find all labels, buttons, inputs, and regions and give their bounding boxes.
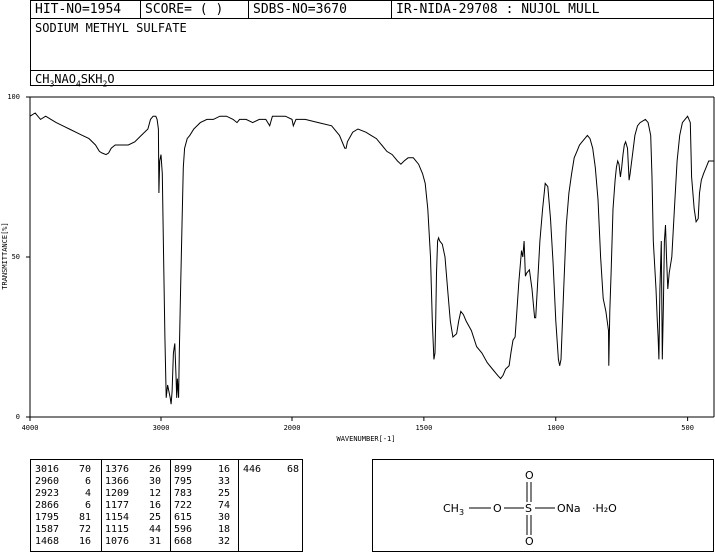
- peak-wavenumber: 1154: [105, 512, 130, 523]
- peak-wavenumber: 1795: [35, 512, 60, 523]
- peak-wavenumber: 1209: [105, 488, 130, 499]
- peak-transmittance: 44: [148, 524, 161, 535]
- peak-wavenumber: 1076: [105, 536, 130, 547]
- x-tick-label: 1000: [547, 424, 564, 432]
- peak-transmittance: 16: [78, 536, 91, 547]
- structure-bonds: [469, 482, 555, 535]
- peak-wavenumber: 596: [174, 524, 193, 535]
- peak-wavenumber: 1177: [105, 500, 130, 511]
- x-tick-label: 2000: [284, 424, 301, 432]
- peak-transmittance: 25: [148, 512, 161, 523]
- y-tick-label: 50: [12, 253, 20, 261]
- peak-transmittance: 30: [148, 476, 161, 487]
- ch-label: CH: [443, 502, 459, 515]
- x-axis-label: WAVENUMBER[-1]: [336, 435, 395, 443]
- peak-wavenumber: 2960: [35, 476, 60, 487]
- peak-wavenumber: 1587: [35, 524, 60, 535]
- peak-wavenumber: 1468: [35, 536, 60, 547]
- ch3-subscript: 3: [458, 508, 465, 518]
- peak-transmittance: 6: [84, 500, 91, 511]
- ester-oxygen: O: [493, 502, 502, 515]
- column-divider: [101, 460, 102, 551]
- column-divider: [238, 460, 239, 551]
- methyl-group: CH3: [443, 503, 464, 518]
- y-tick-label: 0: [16, 413, 20, 421]
- peak-transmittance: 74: [217, 500, 230, 511]
- bottom-oxygen: O: [525, 535, 534, 548]
- x-tick-label: 500: [681, 424, 694, 432]
- peak-wavenumber: 1366: [105, 476, 130, 487]
- peak-wavenumber: 899: [174, 464, 193, 475]
- peak-transmittance: 18: [217, 524, 230, 535]
- peak-wavenumber: 2923: [35, 488, 60, 499]
- column-divider: [170, 460, 171, 551]
- peak-wavenumber: 2866: [35, 500, 60, 511]
- peak-wavenumber: 783: [174, 488, 193, 499]
- peak-transmittance: 16: [148, 500, 161, 511]
- peak-transmittance: 4: [84, 488, 91, 499]
- x-tick-label: 4000: [22, 424, 39, 432]
- structure-diagram: CH3 O S O O ONa ·H₂O: [372, 459, 714, 552]
- x-tick-label: 1500: [415, 424, 432, 432]
- peak-transmittance: 33: [217, 476, 230, 487]
- peak-wavenumber: 615: [174, 512, 193, 523]
- peak-table: 3016 70 2960 6 2923 4 2866 6 1795 81 1587 72 1468 16 1…: [30, 459, 303, 552]
- water-of-hydration: ·H₂O: [592, 502, 617, 515]
- peak-wavenumber: 1376: [105, 464, 130, 475]
- y-tick-label: 100: [7, 93, 20, 101]
- transmittance-series-line: [29, 112, 714, 405]
- y-axis-label: TRANSMITTANCE[%]: [1, 222, 9, 289]
- peak-transmittance: 72: [78, 524, 91, 535]
- peak-transmittance: 31: [148, 536, 161, 547]
- peak-transmittance: 68: [286, 464, 299, 475]
- peak-transmittance: 70: [78, 464, 91, 475]
- peak-wavenumber: 668: [174, 536, 193, 547]
- x-tick-label: 3000: [153, 424, 170, 432]
- peak-transmittance: 16: [217, 464, 230, 475]
- sodium-oxide: ONa: [557, 502, 581, 515]
- peak-wavenumber: 3016: [35, 464, 60, 475]
- peak-transmittance: 81: [78, 512, 91, 523]
- peak-transmittance: 25: [217, 488, 230, 499]
- peak-transmittance: 26: [148, 464, 161, 475]
- peak-transmittance: 32: [217, 536, 230, 547]
- ir-spectrum-chart: 4000 3000 2000 1500 1000 500 0 50 100 WAVENUMBER…: [1, 93, 715, 443]
- sulfur-atom: S: [525, 502, 532, 515]
- peak-wavenumber: 722: [174, 500, 193, 511]
- peak-transmittance: 30: [217, 512, 230, 523]
- peak-wavenumber: 795: [174, 476, 193, 487]
- peak-wavenumber: 446: [243, 464, 262, 475]
- top-oxygen: O: [525, 469, 534, 482]
- peak-transmittance: 6: [84, 476, 91, 487]
- peak-wavenumber: 1115: [105, 524, 130, 535]
- peak-transmittance: 12: [148, 488, 161, 499]
